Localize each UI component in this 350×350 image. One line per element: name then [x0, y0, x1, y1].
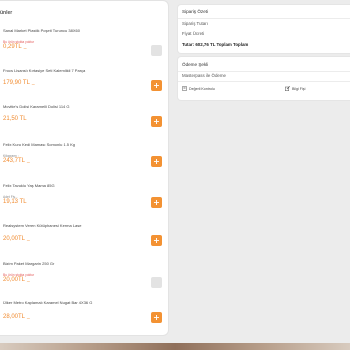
payment-option-masterpass[interactable]: Masterpass ile Ödeme	[182, 73, 226, 78]
products-heading: ünler	[0, 10, 13, 16]
info-slip-button[interactable]: Bilgi Fişi	[285, 86, 305, 91]
total-amount: Tutar: 602,76 TL Toplam Toplam	[182, 42, 249, 47]
add-to-cart-button[interactable]: +	[151, 156, 162, 167]
bottom-edge-strip	[0, 343, 350, 350]
add-to-cart-button[interactable]: +	[151, 45, 162, 56]
product-price: 20,00TL _	[3, 277, 30, 283]
check-link-label: Değerli Kontrolu	[189, 86, 215, 91]
divider	[178, 81, 350, 82]
product-name: Frocs Lisanslı Kırtasiye Seti Kalemlikli…	[3, 68, 86, 73]
product-item: Realsystem Veren Kütüphanesi Kerma Lase …	[0, 223, 168, 257]
product-name: Mcvitie's Dolisi Karamelli Dolisi 114 G	[3, 104, 70, 109]
add-to-cart-button[interactable]: +	[151, 312, 162, 323]
divider	[178, 71, 350, 72]
product-item: Felix Kuru Kedi Maması Somonlu 1.5 Kg Ki…	[0, 142, 168, 176]
add-to-cart-button[interactable]: +	[151, 80, 162, 91]
product-name: Realsystem Veren Kütüphanesi Kerma Lase	[3, 223, 82, 228]
payment-method-title: Ödeme Şekli	[182, 62, 209, 67]
info-slip-label: Bilgi Fişi	[292, 86, 306, 91]
product-item: Frocs Lisanslı Kırtasiye Seti Kalemlikli…	[0, 68, 168, 102]
product-price: 179,90 TL _	[3, 80, 35, 86]
payment-method-panel: Ödeme Şekli Masterpass ile Ödeme Değerli…	[177, 56, 350, 101]
add-to-cart-button[interactable]: +	[151, 116, 162, 127]
product-item: Sanal Market Plastik Poşeti Turuncu 38X6…	[0, 28, 168, 62]
divider	[178, 18, 350, 19]
order-amount-label: Sipariş Tutarı	[182, 21, 208, 26]
add-to-cart-button[interactable]: +	[151, 197, 162, 208]
add-to-cart-button[interactable]: +	[151, 277, 162, 288]
order-summary-panel: Sipariş Özeti Sipariş Tutarı Fiyat Ücret…	[177, 4, 350, 54]
product-item: Bizim Paket Margarin 250 Gr Bu ürün stok…	[0, 261, 168, 295]
product-price: 21,50 TL	[3, 116, 27, 122]
edit-icon	[285, 86, 290, 91]
order-summary-title: Sipariş Özeti	[182, 9, 209, 14]
price-fee-label: Fiyat Ücreti	[182, 31, 205, 36]
product-name: Sanal Market Plastik Poşeti Turuncu 38X6…	[3, 28, 80, 33]
product-item: Felix Tavuklu Yaş Mama 85G Adet Fiy... 1…	[0, 183, 168, 217]
product-name: Felix Kuru Kedi Maması Somonlu 1.5 Kg	[3, 142, 76, 147]
product-price: 28,00TL _	[3, 314, 30, 320]
product-price: 0,29TL _	[3, 44, 27, 50]
product-name: Ülker Metro Kaplamalı Karamel Nugat Bar …	[3, 300, 93, 305]
checkout-screen: ünler Sanal Market Plastik Poşeti Turunc…	[0, 0, 350, 350]
product-price: 20,00TL _	[3, 236, 30, 242]
product-price: 19,13 TL	[3, 199, 27, 205]
product-item: Ülker Metro Kaplamalı Karamel Nugat Bar …	[0, 300, 168, 334]
add-to-cart-button[interactable]: +	[151, 235, 162, 246]
product-item: Mcvitie's Dolisi Karamelli Dolisi 114 G …	[0, 104, 168, 138]
product-name: Bizim Paket Margarin 250 Gr	[3, 261, 55, 266]
product-price: 243,7TL _	[3, 158, 30, 164]
document-icon	[182, 86, 187, 91]
product-name: Felix Tavuklu Yaş Mama 85G	[3, 183, 55, 188]
products-panel: ünler Sanal Market Plastik Poşeti Turunc…	[0, 0, 169, 336]
check-link-button[interactable]: Değerli Kontrolu	[182, 86, 215, 91]
